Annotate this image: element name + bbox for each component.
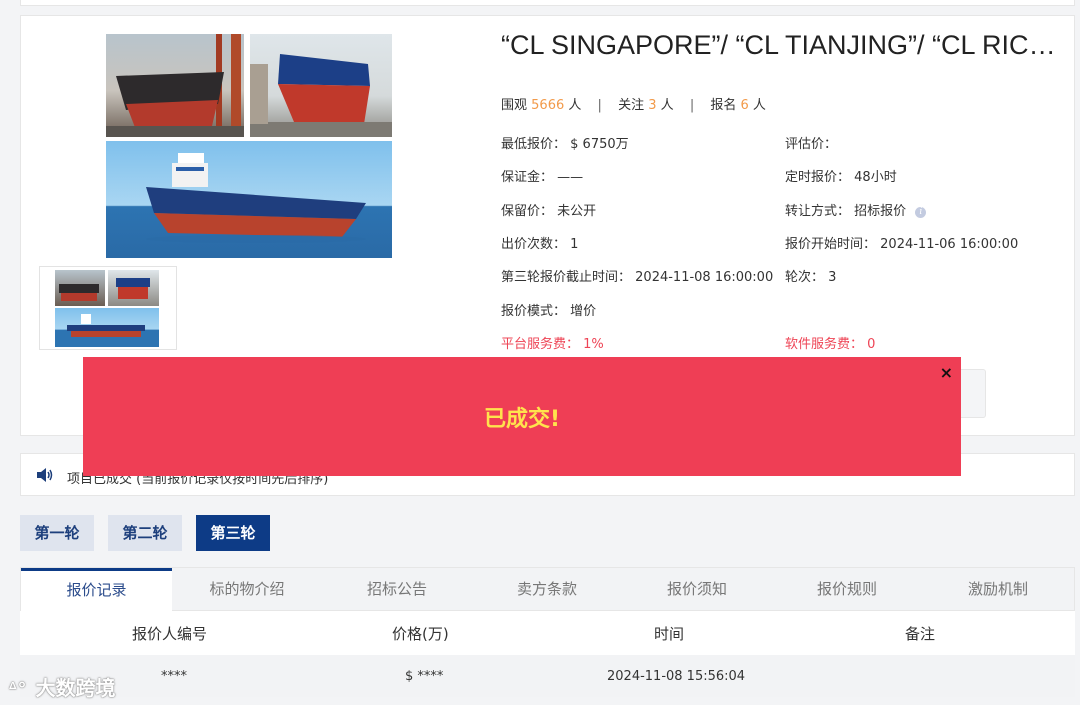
- header-price: 价格(万): [392, 625, 449, 643]
- reserve-label: 保留价：: [501, 204, 554, 219]
- round3-deadline: 第三轮报价截止时间： 2024-11-08 16:00:00: [501, 266, 773, 285]
- time-cell: 2024-11-08 15:56:04: [607, 669, 746, 684]
- min-price-value: $ 6750万: [570, 137, 629, 152]
- listing-title: “CL SINGAPORE”/ “CL TIANJING”/ “CL RICHM…: [501, 30, 1061, 60]
- ship-photo-1: [106, 34, 244, 137]
- header-time: 时间: [654, 625, 685, 643]
- min-price-label: 最低报价：: [501, 137, 567, 152]
- tab-seller-terms[interactable]: 卖方条款: [472, 568, 622, 611]
- appraisal-price: 评估价：: [785, 133, 837, 152]
- ship-photo-2-image: [250, 54, 392, 137]
- platform-fee-label: 平台服务费：: [501, 337, 580, 352]
- round-2-button[interactable]: 第二轮: [108, 515, 182, 551]
- round-1-button[interactable]: 第一轮: [20, 515, 94, 551]
- start-time-label: 报价开始时间：: [785, 237, 877, 252]
- mode-value: 增价: [570, 304, 597, 319]
- software-fee: 软件服务费： 0: [785, 333, 875, 352]
- ship-thumbnail[interactable]: [39, 266, 177, 350]
- timed-quote: 定时报价： 48小时: [785, 166, 897, 185]
- table-row: **** $ **** 2024-11-08 15:56:04: [20, 655, 1075, 697]
- tab-quote-rules[interactable]: 报价规则: [772, 568, 922, 611]
- watermark-text: 大数跨境: [35, 676, 116, 700]
- action-button-edge[interactable]: [959, 369, 986, 418]
- deal-closed-message: 已成交!: [483, 407, 561, 432]
- ship-photo-3: [106, 141, 392, 258]
- quote-table-header: 报价人编号 价格(万) 时间 备注: [20, 611, 1075, 655]
- min-price: 最低报价： $ 6750万: [501, 133, 629, 152]
- transfer-value: 招标报价: [854, 204, 907, 219]
- deal-closed-modal: × 已成交!: [83, 357, 961, 476]
- tab-quote-records[interactable]: 报价记录: [21, 568, 172, 611]
- follows-label: 关注: [618, 98, 645, 113]
- quote-mode: 报价模式： 增价: [501, 300, 596, 319]
- round3-deadline-value: 2024-11-08 16:00:00: [635, 270, 774, 285]
- transfer-label: 转让方式：: [785, 204, 851, 219]
- reserve-price: 保留价： 未公开: [501, 200, 596, 219]
- watermark-logo-icon: ᐞ°: [8, 679, 27, 700]
- watermark: ᐞ° 大数跨境: [8, 672, 116, 701]
- reserve-value: 未公开: [557, 204, 597, 219]
- round-3-button[interactable]: 第三轮: [196, 515, 270, 551]
- views-count: 5666: [531, 98, 565, 113]
- software-fee-label: 软件服务费：: [785, 337, 864, 352]
- tab-item-intro[interactable]: 标的物介绍: [172, 568, 322, 611]
- appraisal-label: 评估价：: [785, 137, 838, 152]
- mode-label: 报价模式：: [501, 304, 567, 319]
- stats-separator: |: [597, 98, 602, 113]
- signups-unit: 人: [752, 98, 766, 113]
- quote-start-time: 报价开始时间： 2024-11-06 16:00:00: [785, 233, 1018, 252]
- header-note: 备注: [905, 625, 936, 643]
- deposit-label: 保证金：: [501, 170, 554, 185]
- listing-stats: 围观 5666 人 | 关注 3 人 | 报名 6 人: [501, 94, 766, 113]
- follows-unit: 人: [660, 98, 674, 113]
- ship-photo-3-image: [146, 153, 366, 243]
- info-icon[interactable]: i: [915, 207, 927, 218]
- deposit: 保证金： ——: [501, 166, 583, 185]
- ship-photo-2: [250, 34, 392, 137]
- round-number: 轮次： 3: [785, 266, 836, 285]
- tab-tender-notice[interactable]: 招标公告: [322, 568, 472, 611]
- software-fee-value: 0: [867, 337, 876, 352]
- views-unit: 人: [568, 98, 582, 113]
- bidder-id-cell: ****: [161, 669, 187, 684]
- bid-count-label: 出价次数：: [501, 237, 567, 252]
- stats-separator: |: [689, 98, 695, 113]
- detail-tabs: 报价记录 标的物介绍 招标公告 卖方条款 报价须知 报价规则 激励机制: [20, 567, 1075, 611]
- close-icon[interactable]: ×: [940, 363, 953, 382]
- speaker-icon: [37, 468, 53, 482]
- signups-count: 6: [740, 98, 749, 113]
- price-cell: $ ****: [405, 669, 444, 684]
- platform-fee-value: 1%: [583, 337, 604, 352]
- bid-count: 出价次数： 1: [501, 233, 578, 252]
- transfer-method: 转让方式： 招标报价 i: [785, 200, 927, 219]
- previous-section-edge: [20, 0, 1075, 6]
- timed-quote-label: 定时报价：: [785, 170, 851, 185]
- tab-quote-notes[interactable]: 报价须知: [622, 568, 772, 611]
- round3-deadline-label: 第三轮报价截止时间：: [501, 270, 632, 285]
- round-value: 3: [828, 270, 837, 285]
- round-label: 轮次：: [785, 270, 825, 285]
- views-label: 围观: [501, 98, 528, 113]
- start-time-value: 2024-11-06 16:00:00: [880, 237, 1019, 252]
- ship-photo-1-image: [106, 34, 244, 137]
- signups-label: 报名: [710, 98, 737, 113]
- platform-fee: 平台服务费： 1%: [501, 333, 604, 352]
- timed-quote-value: 48小时: [854, 170, 897, 185]
- tab-incentives[interactable]: 激励机制: [922, 568, 1074, 611]
- follows-count: 3: [648, 98, 657, 113]
- bid-count-value: 1: [570, 237, 579, 252]
- header-bidder-id: 报价人编号: [132, 625, 208, 643]
- deposit-value: ——: [557, 170, 584, 185]
